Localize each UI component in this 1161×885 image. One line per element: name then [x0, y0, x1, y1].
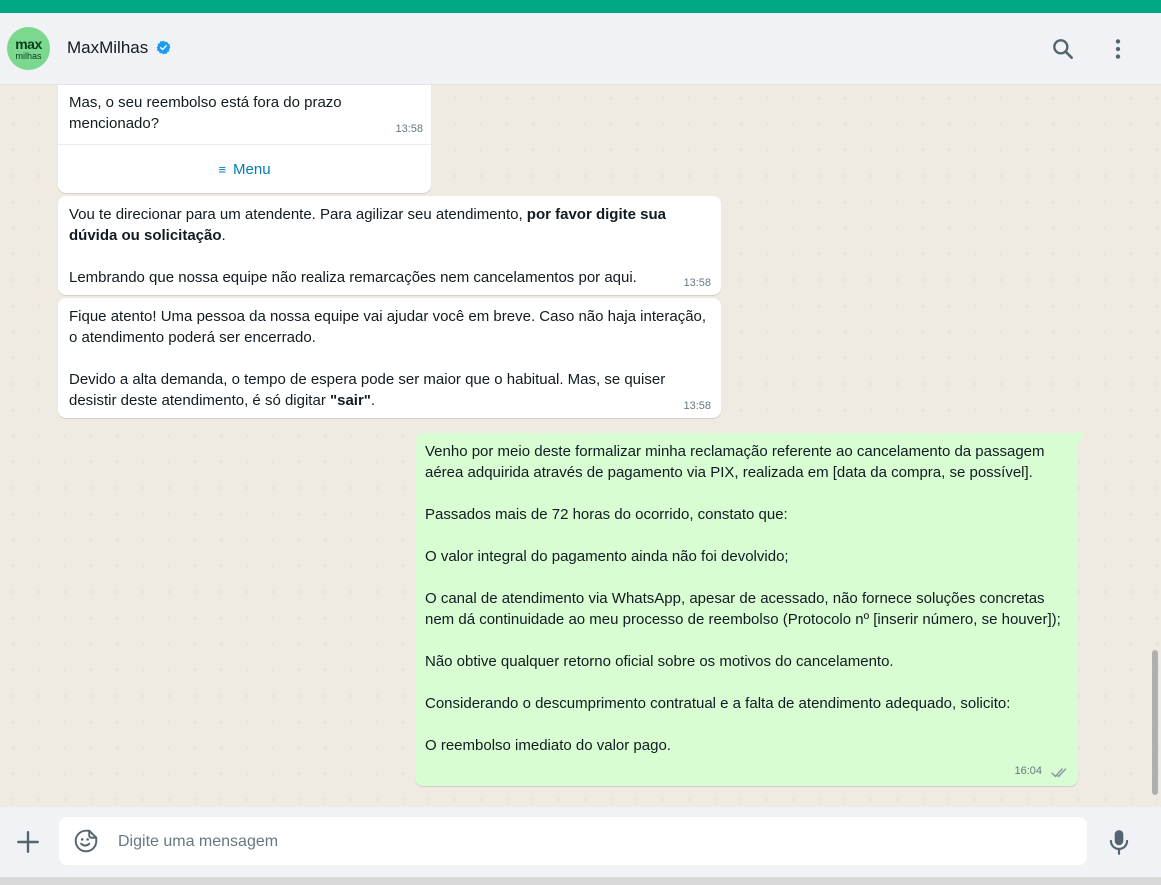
message-paragraph: Passados mais de 72 horas do ocorrido, c… [425, 506, 788, 523]
message-paragraph: Lembrando que nossa equipe não realiza r… [69, 269, 637, 286]
message-time: 13:58 [395, 123, 423, 135]
message-paragraph: O canal de atendimento via WhatsApp, ape… [425, 590, 1061, 628]
message-paragraph: Considerando o descumprimento contratual… [425, 695, 1011, 712]
mic-icon[interactable] [1106, 828, 1132, 856]
avatar-text-line1: max [15, 35, 42, 52]
message-paragraph: Vou te direcionar para um atendente. Par… [69, 204, 709, 246]
message-list[interactable]: Mas, o seu reembolso está fora do prazo … [0, 85, 1161, 807]
plus-icon[interactable] [15, 829, 41, 855]
sticker-icon[interactable] [73, 828, 99, 854]
message-paragraph: Não obtive qualquer retorno oficial sobr… [425, 653, 894, 670]
scrollbar[interactable] [1152, 95, 1158, 795]
window-bottom-edge [0, 877, 1161, 885]
avatar-text-line2: milhas [15, 50, 42, 61]
message-bubble-outgoing[interactable]: Venho por meio deste formalizar minha re… [415, 433, 1086, 786]
message-paragraph: Fique atento! Uma pessoa da nossa equipe… [69, 308, 711, 346]
message-text: Mas, o seu reembolso está fora do prazo … [69, 94, 346, 132]
message-paragraph: Venho por meio deste formalizar minha re… [425, 443, 1049, 481]
bubble-tail [1078, 433, 1086, 443]
menu-button[interactable]: ≡ Menu [58, 145, 431, 193]
avatar[interactable]: max milhas [7, 27, 50, 70]
message-text-bold: "sair" [329, 392, 371, 409]
message-time: 13:58 [683, 277, 711, 289]
message-input-container[interactable] [59, 817, 1087, 867]
scrollbar-thumb[interactable] [1152, 650, 1158, 795]
message-text: Vou te direcionar para um atendente. Par… [69, 206, 527, 223]
message-time: 13:58 [683, 400, 711, 412]
message-bubble-incoming[interactable]: Vou te direcionar para um atendente. Par… [58, 196, 721, 295]
list-icon: ≡ [218, 161, 227, 177]
message-bubble-incoming[interactable]: Fique atento! Uma pessoa da nossa equipe… [58, 298, 721, 418]
double-check-read-icon [1051, 768, 1067, 778]
message-time: 16:04 [1014, 765, 1042, 777]
search-icon[interactable] [1050, 36, 1076, 62]
contact-name[interactable]: MaxMilhas [67, 38, 148, 58]
message-paragraph: O valor integral do pagamento ainda não … [425, 548, 789, 565]
more-vertical-icon[interactable] [1105, 36, 1131, 62]
chat-header: max milhas MaxMilhas [0, 13, 1161, 85]
verified-badge-icon [156, 40, 171, 55]
top-accent-bar [0, 0, 1161, 13]
composer-bar [0, 807, 1161, 877]
message-paragraph: O reembolso imediato do valor pago. [425, 737, 671, 754]
message-paragraph: Devido a alta demanda, o tempo de espera… [69, 369, 709, 411]
message-bubble-incoming[interactable]: Mas, o seu reembolso está fora do prazo … [58, 85, 431, 193]
message-text: . [221, 227, 226, 244]
message-text: . [370, 392, 376, 409]
message-input[interactable] [116, 817, 1070, 867]
menu-button-label: Menu [233, 160, 271, 178]
